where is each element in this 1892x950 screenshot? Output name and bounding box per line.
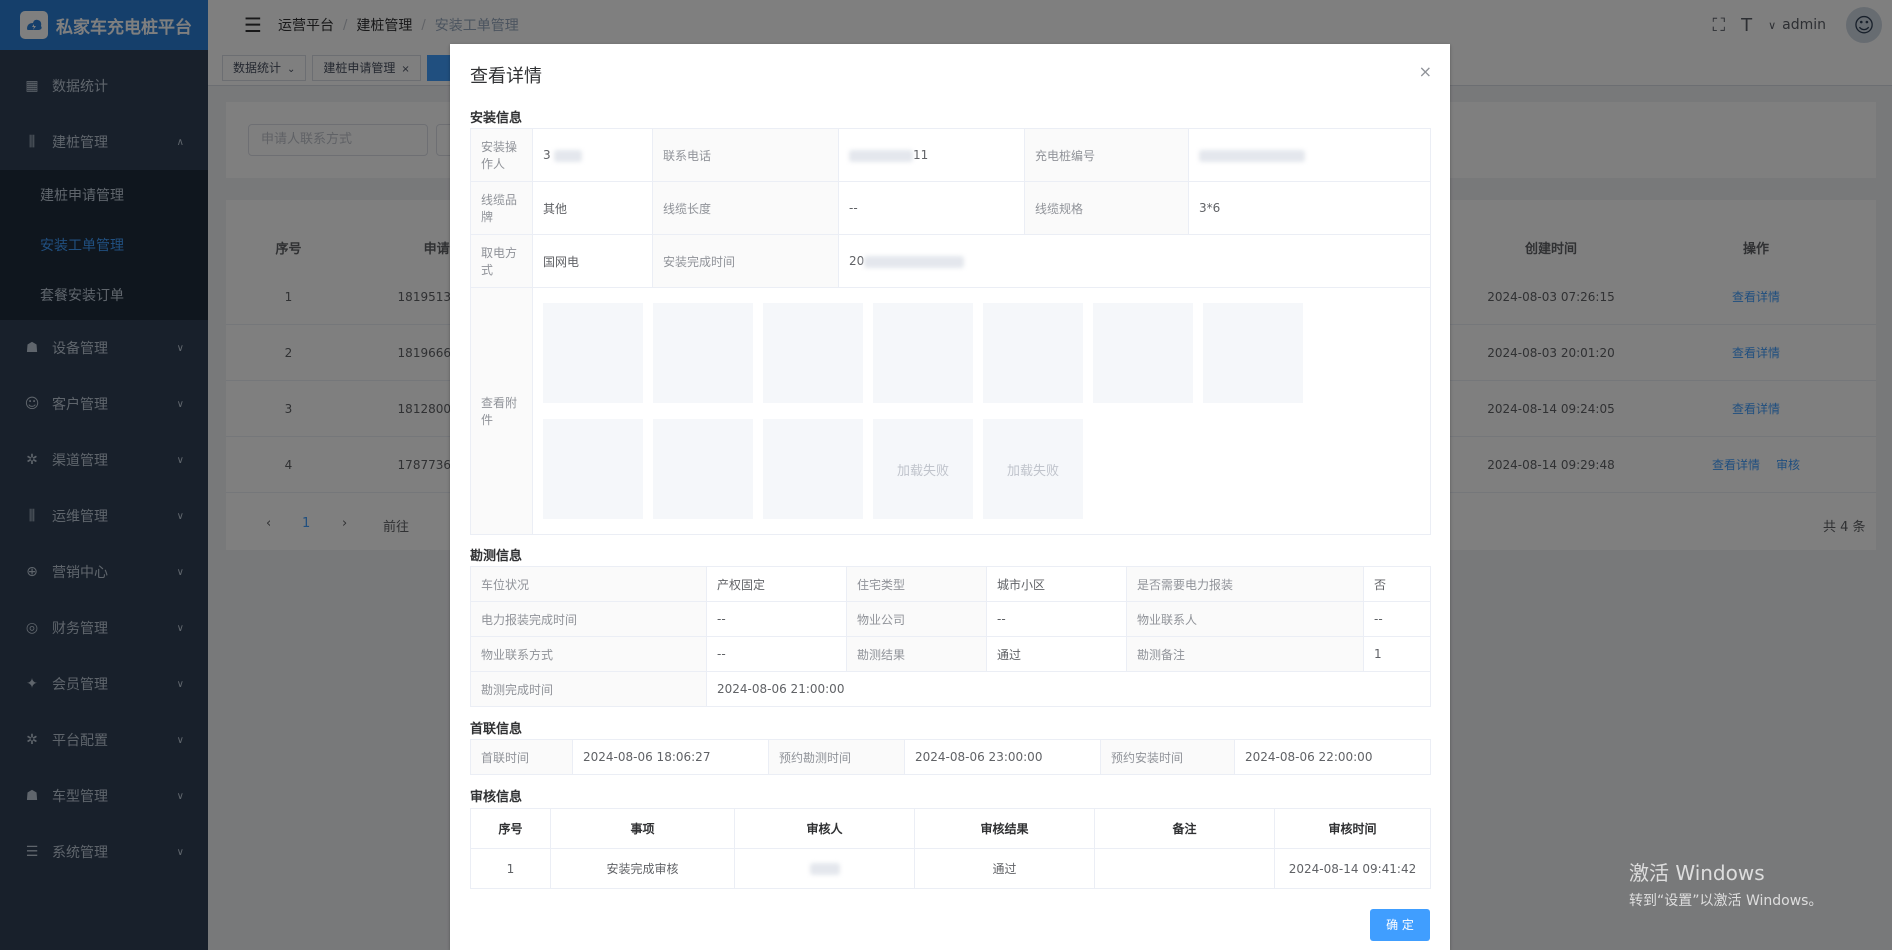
attachment-image[interactable]	[543, 303, 643, 403]
survey-label: 勘测结果	[846, 636, 987, 672]
audit-header: 审核人	[734, 808, 915, 849]
attachment-load-failed[interactable]: 加载失败	[873, 419, 973, 519]
survey-row: 物业联系方式 -- 勘测结果 通过 勘测备注 1	[470, 636, 1431, 672]
close-icon[interactable]: ×	[1419, 62, 1432, 81]
survey-label: 车位状况	[470, 566, 707, 602]
survey-value: 城市小区	[986, 566, 1127, 602]
cable-spec-value: 3*6	[1188, 181, 1431, 235]
finish-time-label: 安装完成时间	[652, 234, 839, 288]
redacted-text	[809, 863, 840, 875]
cable-length-value: --	[838, 181, 1025, 235]
windows-activation-watermark: 激活 Windows 转到“设置”以激活 Windows。	[1629, 857, 1822, 910]
first-contact-value: 2024-08-06 23:00:00	[904, 739, 1101, 775]
survey-label: 住宅类型	[846, 566, 987, 602]
power-source-label: 取电方式	[470, 234, 533, 288]
first-contact-label: 首联时间	[470, 739, 573, 775]
survey-value: --	[1363, 601, 1431, 637]
attachment-image[interactable]	[1203, 303, 1303, 403]
section-survey: 勘测信息	[470, 549, 523, 564]
cable-spec-label: 线缆规格	[1024, 181, 1189, 235]
section-install: 安装信息	[470, 111, 523, 126]
audit-row: 1 安装完成审核 通过 2024-08-14 09:41:42	[470, 848, 1431, 889]
audit-remark	[1094, 848, 1275, 889]
detail-dialog: 查看详情 × 安装信息 安装操作人 3 联系电话 11 充电桩编号 线缆品牌 其…	[450, 44, 1450, 950]
pile-no-value	[1188, 128, 1431, 182]
confirm-button[interactable]: 确 定	[1370, 909, 1430, 941]
section-audit: 审核信息	[470, 790, 523, 805]
survey-done-value: 2024-08-06 21:00:00	[706, 671, 1431, 707]
cable-brand-label: 线缆品牌	[470, 181, 533, 235]
power-source-value: 国网电	[532, 234, 653, 288]
survey-label: 物业联系人	[1126, 601, 1364, 637]
attachment-image[interactable]	[1093, 303, 1193, 403]
attachment-image[interactable]	[653, 303, 753, 403]
survey-value: --	[986, 601, 1127, 637]
install-info-table: 安装操作人 3 联系电话 11 充电桩编号 线缆品牌 其他 线缆长度 -- 线缆…	[470, 128, 1431, 535]
attachment-image[interactable]	[873, 303, 973, 403]
survey-value: 产权固定	[706, 566, 847, 602]
audit-header: 序号	[470, 808, 551, 849]
section-first-contact: 首联信息	[470, 722, 523, 737]
audit-table: 序号 事项 审核人 审核结果 备注 审核时间 1 安装完成审核 通过 2024-08-14 09…	[470, 808, 1431, 889]
attachments-gallery: 加载失败 加载失败	[532, 287, 1431, 535]
watermark-subtitle: 转到“设置”以激活 Windows。	[1629, 893, 1823, 909]
survey-value: --	[706, 636, 847, 672]
first-contact-label: 预约勘测时间	[768, 739, 905, 775]
audit-header: 审核结果	[914, 808, 1095, 849]
audit-header: 备注	[1094, 808, 1275, 849]
survey-row: 电力报装完成时间 -- 物业公司 -- 物业联系人 --	[470, 601, 1431, 637]
audit-item: 安装完成审核	[550, 848, 735, 889]
finish-time-value: 20	[838, 234, 1431, 288]
survey-label: 是否需要电力报装	[1126, 566, 1364, 602]
first-contact-value: 2024-08-06 22:00:00	[1234, 739, 1431, 775]
survey-value: 1	[1363, 636, 1431, 672]
survey-label: 物业公司	[846, 601, 987, 637]
audit-index: 1	[470, 848, 551, 889]
thumb-row	[543, 303, 1420, 403]
attachment-image[interactable]	[543, 419, 643, 519]
survey-label: 勘测备注	[1126, 636, 1364, 672]
phone-value: 11	[838, 128, 1025, 182]
attachment-image[interactable]	[653, 419, 753, 519]
thumb-row: 加载失败 加载失败	[543, 419, 1420, 519]
pile-no-label: 充电桩编号	[1024, 128, 1189, 182]
survey-row: 车位状况 产权固定 住宅类型 城市小区 是否需要电力报装否	[470, 566, 1431, 602]
audit-header: 审核时间	[1274, 808, 1431, 849]
attachment-image[interactable]	[983, 303, 1083, 403]
audit-time: 2024-08-14 09:41:42	[1274, 848, 1431, 889]
attachment-load-failed[interactable]: 加载失败	[983, 419, 1083, 519]
attachments-label: 查看附件	[470, 287, 533, 535]
survey-value: --	[706, 601, 847, 637]
watermark-title: 激活 Windows	[1629, 861, 1765, 885]
cable-length-label: 线缆长度	[652, 181, 839, 235]
survey-value: 通过	[986, 636, 1127, 672]
survey-value: 否	[1363, 566, 1431, 602]
audit-header: 事项	[550, 808, 735, 849]
audit-result: 通过	[914, 848, 1095, 889]
attachment-image[interactable]	[763, 419, 863, 519]
operator-value: 3	[532, 128, 653, 182]
survey-info-table: 车位状况 产权固定 住宅类型 城市小区 是否需要电力报装否电力报装完成时间 -- 物业公司 -…	[470, 566, 1431, 707]
dialog-title: 查看详情	[470, 66, 542, 87]
cable-brand-value: 其他	[532, 181, 653, 235]
survey-label: 物业联系方式	[470, 636, 707, 672]
phone-label: 联系电话	[652, 128, 839, 182]
survey-label: 电力报装完成时间	[470, 601, 707, 637]
first-contact-value: 2024-08-06 18:06:27	[572, 739, 769, 775]
audit-auditor	[734, 848, 915, 889]
operator-label: 安装操作人	[470, 128, 533, 182]
first-contact-label: 预约安装时间	[1100, 739, 1235, 775]
first-contact-table: 首联时间 2024-08-06 18:06:27 预约勘测时间 2024-08-06 …	[470, 739, 1431, 775]
survey-done-label: 勘测完成时间	[470, 671, 707, 707]
attachment-image[interactable]	[763, 303, 863, 403]
